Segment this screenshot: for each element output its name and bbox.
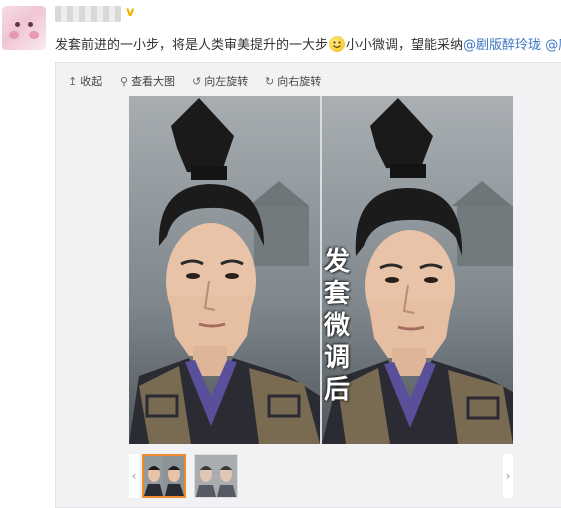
view-large-button[interactable]: ⚲ 查看大图 [120, 73, 175, 89]
arrow-up-icon: ↥ [68, 75, 78, 88]
avatar-cheek [29, 31, 39, 39]
avatar-cheek [9, 31, 19, 39]
image-caption: 发套微调后 [323, 247, 350, 405]
verified-badge-icon: v [126, 5, 135, 20]
thumbnail[interactable] [194, 454, 238, 498]
media-card: ↥ 收起 ⚲ 查看大图 ↺ 向左旋转 ↻ 向右旋转 发套微调后 ‹ › [55, 62, 561, 508]
mention-link[interactable]: @剧版醉玲珑 [463, 38, 541, 53]
rotate-left-label: 向左旋转 [204, 75, 249, 88]
image-before [129, 96, 320, 444]
post-text-part1: 发套前进的一小步，将是人类审美提升的一大步 [55, 38, 329, 53]
rotate-left-button[interactable]: ↺ 向左旋转 [192, 73, 248, 89]
collapse-label: 收起 [80, 75, 103, 88]
rotate-right-label: 向右旋转 [277, 75, 322, 88]
avatar[interactable] [2, 6, 46, 50]
rotate-left-icon: ↺ [192, 75, 202, 88]
avatar-eye [28, 22, 33, 27]
username-blurred[interactable] [55, 6, 121, 22]
avatar-eye [15, 22, 20, 27]
collapse-button[interactable]: ↥ 收起 [68, 73, 102, 89]
mention-link[interactable]: @唐丽君 [545, 38, 561, 53]
search-icon: ⚲ [120, 75, 129, 88]
rotate-right-button[interactable]: ↻ 向右旋转 [265, 73, 321, 89]
chevron-right-icon[interactable]: › [503, 454, 513, 498]
view-large-label: 查看大图 [131, 75, 176, 88]
smile-emoji-icon [329, 36, 346, 52]
post-text: 发套前进的一小步，将是人类审美提升的一大步 小小微调，望能采纳@剧版醉玲珑 @唐丽… [55, 36, 561, 55]
chevron-left-icon[interactable]: ‹ [129, 454, 139, 498]
thumbnail-strip: ‹ › [129, 454, 513, 498]
post-text-part2: 小小微调，望能采纳 [346, 38, 464, 53]
post-image[interactable]: 发套微调后 [129, 96, 513, 444]
rotate-right-icon: ↻ [265, 75, 275, 88]
thumbnail-selected[interactable] [142, 454, 186, 498]
